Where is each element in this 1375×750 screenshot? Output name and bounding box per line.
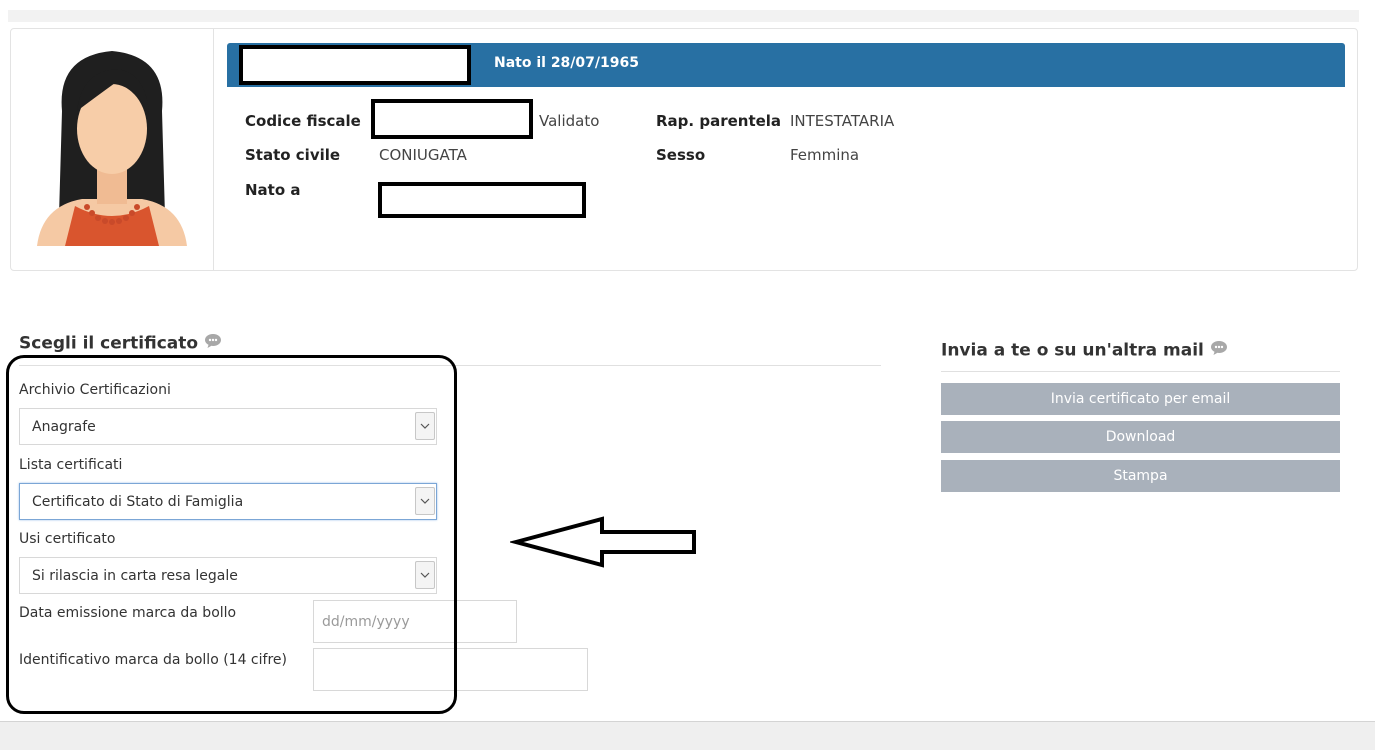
send-section-title: Invia a te o su un'altra mail	[941, 340, 1228, 361]
print-button[interactable]: Stampa	[941, 460, 1340, 492]
send-email-button[interactable]: Invia certificato per email	[941, 383, 1340, 415]
certificate-section-title: Scegli il certificato	[19, 333, 222, 354]
speech-bubble-icon[interactable]	[1210, 340, 1228, 361]
archivio-select-value: Anagrafe	[32, 419, 96, 435]
codice-fiscale-label: Codice fiscale	[245, 112, 361, 130]
lista-select[interactable]: Certificato di Stato di Famiglia	[19, 483, 437, 520]
redacted-name	[239, 45, 471, 85]
stato-civile-value: CONIUGATA	[379, 146, 467, 164]
certificate-section-divider	[19, 365, 881, 366]
arrow-left-icon	[510, 516, 696, 568]
chevron-down-icon[interactable]	[415, 487, 435, 515]
data-emissione-input[interactable]	[313, 600, 517, 643]
send-section-divider	[941, 371, 1340, 372]
profile-card: Nato il 28/07/1965 Codice fiscale Valida…	[10, 28, 1358, 271]
chevron-down-icon[interactable]	[415, 561, 435, 589]
rap-parentela-value: INTESTATARIA	[790, 112, 895, 130]
top-strip	[8, 10, 1359, 22]
lista-select-value: Certificato di Stato di Famiglia	[32, 494, 244, 510]
avatar	[37, 51, 187, 246]
certificate-section-title-text: Scegli il certificato	[19, 333, 199, 354]
identificativo-input[interactable]	[313, 648, 588, 691]
redacted-codice-fiscale	[371, 99, 533, 139]
redacted-birthplace	[378, 182, 586, 218]
avatar-column	[11, 29, 214, 270]
archivio-label: Archivio Certificazioni	[19, 382, 171, 398]
codice-fiscale-status: Validato	[539, 112, 600, 130]
download-button[interactable]: Download	[941, 421, 1340, 453]
nato-a-label: Nato a	[245, 181, 301, 199]
sesso-label: Sesso	[656, 146, 706, 164]
rap-parentela-label: Rap. parentela	[656, 112, 782, 130]
usi-select-value: Si rilascia in carta resa legale	[32, 568, 238, 584]
speech-bubble-icon[interactable]	[204, 333, 222, 354]
usi-select[interactable]: Si rilascia in carta resa legale	[19, 557, 437, 594]
chevron-down-icon[interactable]	[415, 412, 435, 440]
send-section-title-text: Invia a te o su un'altra mail	[941, 340, 1204, 361]
usi-label: Usi certificato	[19, 531, 116, 547]
data-emissione-label: Data emissione marca da bollo	[19, 605, 237, 621]
lista-label: Lista certificati	[19, 457, 123, 473]
archivio-select[interactable]: Anagrafe	[19, 408, 437, 445]
stato-civile-label: Stato civile	[245, 146, 341, 164]
sesso-value: Femmina	[790, 146, 860, 164]
identificativo-label: Identificativo marca da bollo (14 cifre)	[19, 652, 287, 668]
person-header: Nato il 28/07/1965	[227, 43, 1345, 87]
birth-date: Nato il 28/07/1965	[494, 55, 639, 71]
footer-strip	[0, 721, 1375, 750]
